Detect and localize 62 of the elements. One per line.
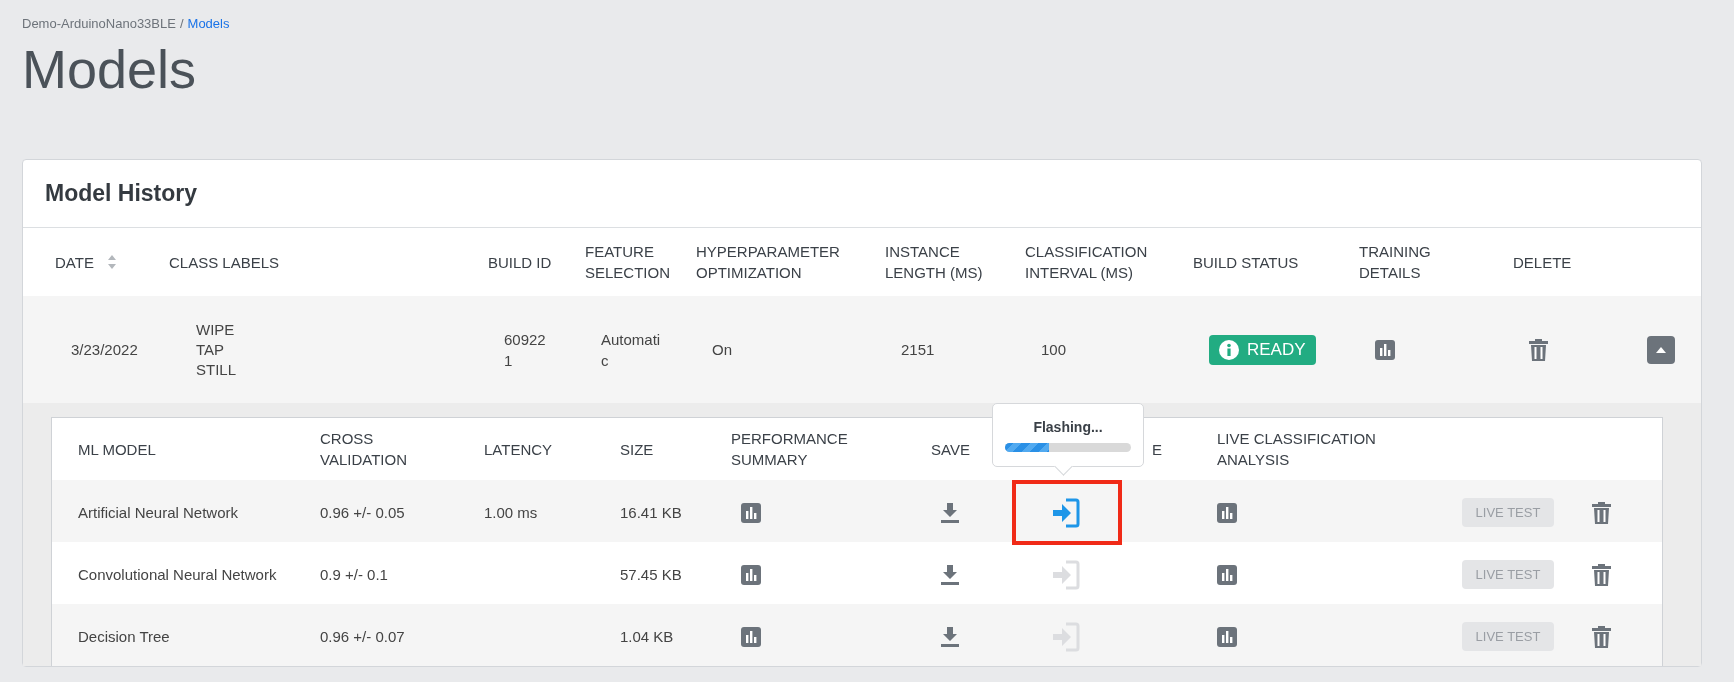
- table-cell-text: Artificial Neural Network: [78, 504, 240, 521]
- breadcrumb-link[interactable]: Models: [187, 16, 230, 31]
- column-header: HYPERPARAMETER OPTIMIZATION: [696, 242, 841, 283]
- tooltip-text: Flashing...: [1033, 418, 1103, 435]
- card-title: Model History: [23, 160, 1701, 228]
- table-cell-text: 2151: [900, 341, 936, 358]
- column-header: CLASSIFICATION INTERVAL (MS): [1025, 242, 1149, 283]
- trash-icon[interactable]: [1592, 563, 1611, 586]
- trash-icon[interactable]: [1529, 338, 1548, 361]
- table-cell-text: Decision Tree: [78, 628, 171, 645]
- info-icon: [1219, 339, 1239, 360]
- table-cell-text: 0.96 +/- 0.05: [320, 503, 406, 523]
- column-header: PERFORMANCE SUMMARY: [731, 429, 849, 470]
- status-badge: READY: [1209, 334, 1316, 365]
- bar-chart-icon[interactable]: [741, 502, 761, 523]
- table-cell-text: Automatic: [601, 329, 661, 371]
- table-cell-text: On: [711, 341, 733, 358]
- breadcrumb-separator: /: [179, 16, 184, 31]
- table-cell-text: 0.96 +/- 0.07: [320, 627, 406, 647]
- column-header: FEATURE SELECTION: [585, 242, 672, 283]
- column-header: SAVE: [931, 439, 971, 460]
- page-title: Models: [22, 38, 198, 101]
- table-cell-text: 57.45 KB: [620, 565, 683, 585]
- table-cell-text: 0.9 +/- 0.1: [320, 565, 389, 585]
- column-header: INSTANCE LENGTH (MS): [885, 242, 984, 283]
- table-cell-text: 100: [1040, 341, 1068, 358]
- bar-chart-icon[interactable]: [1217, 626, 1237, 647]
- table-cell-text: 3/23/2022: [70, 341, 139, 358]
- table-cell-text: 16.41 KB: [620, 503, 683, 523]
- bar-chart-icon[interactable]: [1217, 564, 1237, 585]
- column-header[interactable]: DATE: [55, 253, 94, 271]
- column-header: TRAINING DETAILS: [1359, 242, 1432, 283]
- column-header: E: [1152, 439, 1163, 460]
- table-cell: Convolutional Neural Network: [78, 566, 278, 583]
- column-header: CLASS LABELS: [169, 252, 281, 273]
- table-cell-text: 1.04 KB: [620, 627, 675, 647]
- bar-chart-icon[interactable]: [1217, 502, 1237, 523]
- collapse-button[interactable]: [1647, 335, 1675, 364]
- table-cell-text: 609221: [504, 329, 547, 371]
- bar-chart-icon[interactable]: [1375, 339, 1395, 360]
- bar-chart-icon[interactable]: [741, 626, 761, 647]
- column-header: SIZE: [620, 439, 655, 460]
- trash-icon[interactable]: [1592, 625, 1611, 648]
- download-icon[interactable]: [941, 626, 959, 647]
- caret-icon: [1655, 345, 1667, 354]
- column-header: BUILD ID: [488, 252, 553, 273]
- column-header: LATENCY: [484, 439, 554, 460]
- download-icon[interactable]: [941, 502, 959, 523]
- column-header: CROSS VALIDATION: [320, 429, 408, 470]
- table-cell-text: 1.00 ms: [484, 503, 539, 523]
- column-header: BUILD STATUS: [1193, 252, 1300, 273]
- download-icon[interactable]: [941, 564, 959, 585]
- sign-in-icon[interactable]: [1052, 498, 1080, 528]
- trash-icon[interactable]: [1592, 501, 1611, 524]
- class-label: WIPE: [196, 319, 236, 340]
- column-header: LIVE CLASSIFICATION ANALYSIS: [1217, 429, 1377, 470]
- class-label: TAP: [196, 339, 226, 360]
- column-header: DELETE: [1513, 252, 1573, 273]
- bar-chart-icon[interactable]: [741, 564, 761, 585]
- breadcrumb-link[interactable]: Demo-ArduinoNano33BLE: [22, 16, 176, 31]
- column-header: ML MODEL: [78, 439, 157, 460]
- class-label: STILL: [196, 359, 238, 380]
